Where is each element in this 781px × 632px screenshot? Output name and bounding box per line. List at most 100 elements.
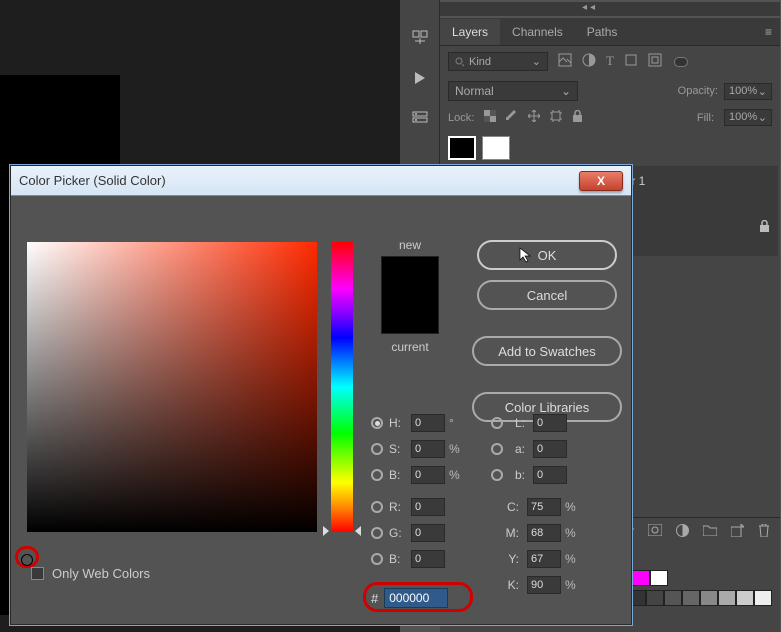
shape-filter-icon[interactable] [624,53,638,70]
swatch[interactable] [700,590,718,606]
label-g: G: [389,526,407,540]
history-icon[interactable] [400,98,440,138]
swatch[interactable] [682,590,700,606]
label-k: K: [503,578,519,592]
layer-mask-thumb[interactable] [482,136,510,160]
input-b-rgb[interactable] [411,550,445,568]
radio-h[interactable] [371,417,383,429]
lock-artboard-icon[interactable] [550,110,562,125]
fill-label: Fill: [697,112,714,124]
blend-mode-select[interactable]: Normal⌄ [448,81,578,101]
radio-b[interactable] [371,469,383,481]
swatch[interactable] [646,590,664,606]
blend-mode-value: Normal [455,84,494,98]
panel-dock [400,0,440,170]
label-l: L: [509,416,525,430]
group-icon[interactable] [703,524,717,540]
adjustment-filter-icon[interactable] [582,53,596,70]
swatch[interactable] [650,570,668,586]
saturation-value-field[interactable] [27,242,317,532]
layer-color-thumb[interactable] [448,136,476,160]
opacity-value: 100% [729,85,757,98]
pixel-filter-icon[interactable] [558,53,572,70]
swatch[interactable] [718,590,736,606]
radio-s[interactable] [371,443,383,455]
close-button[interactable]: X [579,171,623,191]
unit-pct: % [449,442,463,456]
label-m: M: [503,526,519,540]
layer-kind-filter[interactable]: Kind ⌄ [448,52,548,71]
cancel-button[interactable]: Cancel [477,280,617,310]
smartobj-filter-icon[interactable] [648,53,662,70]
label-b-rgb: B: [389,552,407,566]
dialog-titlebar[interactable]: Color Picker (Solid Color) X [11,166,631,196]
delete-layer-icon[interactable] [758,524,770,540]
add-to-swatches-button[interactable]: Add to Swatches [472,336,622,366]
swatch[interactable] [632,570,650,586]
mouse-cursor [519,247,535,263]
filter-icons: T [558,53,662,70]
fill-field[interactable]: 100%⌄ [724,109,772,126]
radio-l[interactable] [491,417,503,429]
radio-g[interactable] [371,527,383,539]
label-b: B: [389,468,407,482]
adjustment-layer-icon[interactable] [676,524,689,540]
arrange-icon[interactable] [400,18,440,58]
play-icon[interactable] [400,58,440,98]
only-web-colors-checkbox[interactable] [31,567,44,580]
radio-b-rgb[interactable] [371,553,383,565]
input-a[interactable] [533,440,567,458]
tab-channels[interactable]: Channels [500,19,575,45]
hue-pointer-left [323,526,329,536]
lock-icon [759,220,770,235]
filter-toggle[interactable] [674,57,688,67]
color-preview[interactable] [381,256,439,334]
current-color-label: current [371,340,449,354]
lock-all-icon[interactable] [572,110,583,125]
lock-transparency-icon[interactable] [484,110,496,125]
opacity-label: Opacity: [678,85,718,97]
lock-label: Lock: [448,112,474,124]
ok-button[interactable]: OK [477,240,617,270]
only-web-colors-label: Only Web Colors [52,566,150,581]
swatch[interactable] [664,590,682,606]
radio-r[interactable] [371,501,383,513]
hue-slider[interactable] [331,242,353,532]
tab-paths[interactable]: Paths [575,19,630,45]
radio-a[interactable] [491,443,503,455]
input-s[interactable] [411,440,445,458]
input-k[interactable] [527,576,561,594]
swatch[interactable] [736,590,754,606]
panel-menu-icon[interactable]: ≡ [757,25,780,39]
input-m[interactable] [527,524,561,542]
tab-layers[interactable]: Layers [440,19,500,45]
panel-collapse-arrows[interactable]: ◂◂ [400,2,780,16]
input-y[interactable] [527,550,561,568]
unit-deg: ° [449,416,463,430]
input-c[interactable] [527,498,561,516]
input-g[interactable] [411,524,445,542]
layer-mask-icon[interactable] [648,524,662,540]
fill-value: 100% [729,111,757,124]
label-r: R: [389,500,407,514]
type-filter-icon[interactable]: T [606,53,614,70]
opacity-field[interactable]: 100%⌄ [724,83,772,100]
radio-lab-b[interactable] [491,469,503,481]
input-b-hsv[interactable] [411,466,445,484]
kind-label: Kind [469,56,491,68]
panel-tabs: Layers Channels Paths ≡ [440,18,780,46]
dialog-title: Color Picker (Solid Color) [19,173,579,188]
input-l[interactable] [533,414,567,432]
new-layer-icon[interactable] [731,524,744,540]
input-h[interactable] [411,414,445,432]
lock-paint-icon[interactable] [506,110,518,125]
color-picker-dialog: Color Picker (Solid Color) X new current… [10,165,632,625]
input-r[interactable] [411,498,445,516]
hue-pointer-right [355,526,361,536]
lock-position-icon[interactable] [528,110,540,125]
label-lab-b: b: [509,468,525,482]
input-lab-b[interactable] [533,466,567,484]
swatch[interactable] [754,590,772,606]
label-h: H: [389,416,407,430]
new-color-label: new [371,238,449,252]
